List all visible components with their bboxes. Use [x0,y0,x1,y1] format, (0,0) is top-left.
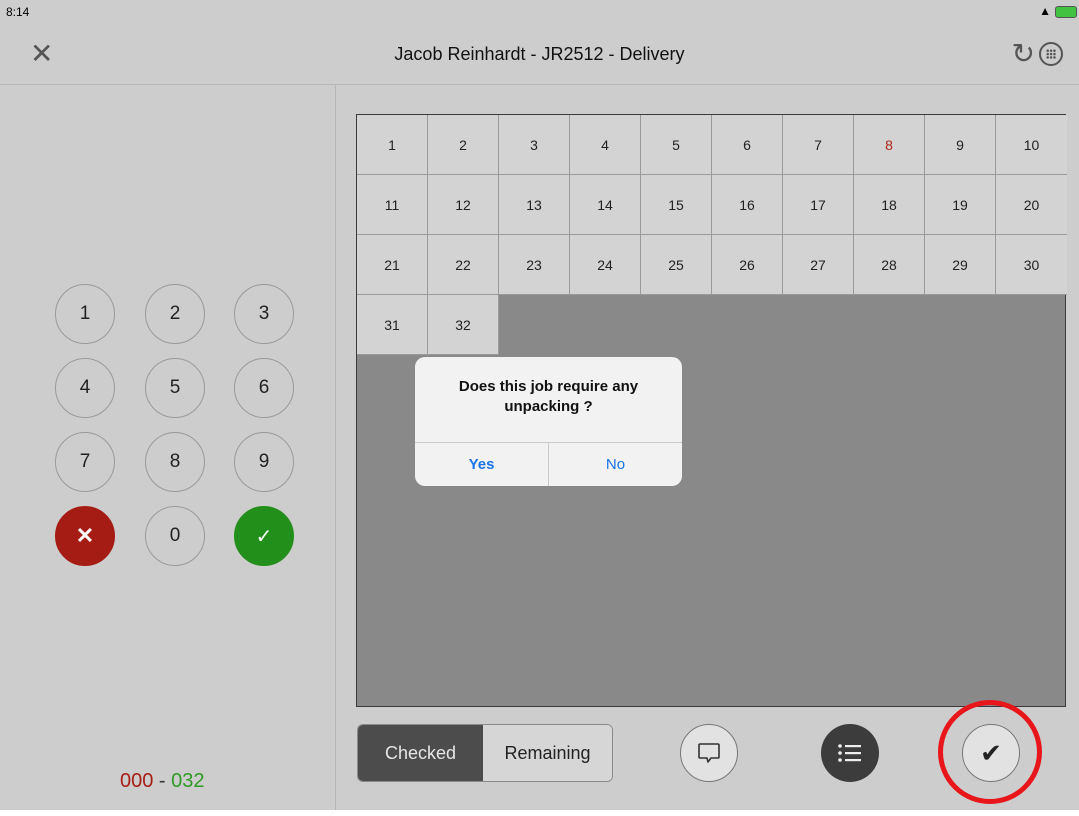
unpacking-dialog: Does this job require any unpacking ? Ye… [415,357,682,486]
grid-cell[interactable]: 22 [428,235,499,295]
key-9[interactable]: 9 [234,432,294,492]
grid-cell[interactable]: 13 [499,175,570,235]
key-1[interactable]: 1 [55,284,115,344]
comment-icon [698,743,720,763]
key-3[interactable]: 3 [234,284,294,344]
page-title: Jacob Reinhardt - JR2512 - Delivery [394,44,685,64]
grid-cell[interactable]: 16 [712,175,783,235]
grid-cell[interactable]: 10 [996,115,1067,175]
grid-cell[interactable]: 12 [428,175,499,235]
key-8[interactable]: 8 [145,432,205,492]
no-button[interactable]: No [549,443,682,486]
view-toggle: Checked Remaining [357,724,613,782]
key-0[interactable]: 0 [145,506,205,566]
grid-cell[interactable]: 17 [783,175,854,235]
nav-bar: ✕ Jacob Reinhardt - JR2512 - Delivery ↻ [0,26,1079,85]
grid-cell[interactable]: 20 [996,175,1067,235]
grid-cell[interactable]: 9 [925,115,996,175]
grid-cell[interactable]: 8 [854,115,925,175]
grid-cell[interactable]: 19 [925,175,996,235]
key-4[interactable]: 4 [55,358,115,418]
key-2[interactable]: 2 [145,284,205,344]
grid-cell[interactable]: 23 [499,235,570,295]
status-time: 8:14 [6,5,30,19]
grid-cell[interactable]: 6 [712,115,783,175]
key-6[interactable]: 6 [234,358,294,418]
yes-button[interactable]: Yes [415,443,549,486]
item-counter: 000 - 032 [120,770,205,793]
key-7[interactable]: 7 [55,432,115,492]
highlight-annotation [938,700,1042,804]
clear-key-button[interactable]: ✕ [55,506,115,566]
grid-cell[interactable]: 32 [428,295,499,355]
check-icon: ✓ [255,525,273,548]
grid-cell[interactable]: 29 [925,235,996,295]
grid-cell[interactable]: 3 [499,115,570,175]
panel-divider [335,85,336,810]
list-button[interactable] [821,724,879,782]
grid-cell[interactable]: 25 [641,235,712,295]
refresh-icon[interactable]: ↻ [1012,40,1035,68]
grid-cell[interactable]: 15 [641,175,712,235]
remaining-tab[interactable]: Remaining [483,725,612,781]
grid-cell[interactable]: 5 [641,115,712,175]
grid-cell[interactable]: 1 [357,115,428,175]
cancel-x-icon: ✕ [75,523,95,548]
grid-cell[interactable]: 24 [570,235,641,295]
app-screen: 8:14 ▲ ✕ Jacob Reinhardt - JR2512 - Deli… [0,0,1079,810]
grid-cell[interactable]: 4 [570,115,641,175]
grid-cell[interactable]: 26 [712,235,783,295]
total-count: 032 [171,770,205,792]
status-bar: 8:14 ▲ [0,0,1079,26]
key-5[interactable]: 5 [145,358,205,418]
list-icon [838,744,861,762]
grid-menu-icon[interactable] [1039,42,1063,66]
grid-cell[interactable]: 31 [357,295,428,355]
counter-separator: - [153,770,172,792]
enter-key-button[interactable]: ✓ [234,506,294,566]
dialog-actions: Yes No [415,442,682,486]
grid-cell[interactable]: 30 [996,235,1067,295]
grid-cell[interactable]: 7 [783,115,854,175]
grid-cell[interactable]: 21 [357,235,428,295]
grid-cell[interactable]: 18 [854,175,925,235]
grid-cell[interactable]: 14 [570,175,641,235]
comment-button[interactable] [680,724,738,782]
grid-cell[interactable]: 28 [854,235,925,295]
dialog-message: Does this job require any unpacking ? [458,378,639,415]
grid-cell[interactable]: 11 [357,175,428,235]
battery-icon [1055,6,1077,18]
checked-tab[interactable]: Checked [358,725,483,781]
checked-count: 000 [120,770,154,792]
grid-cell[interactable]: 2 [428,115,499,175]
grid-cell[interactable]: 27 [783,235,854,295]
wifi-icon: ▲ [1039,4,1051,18]
